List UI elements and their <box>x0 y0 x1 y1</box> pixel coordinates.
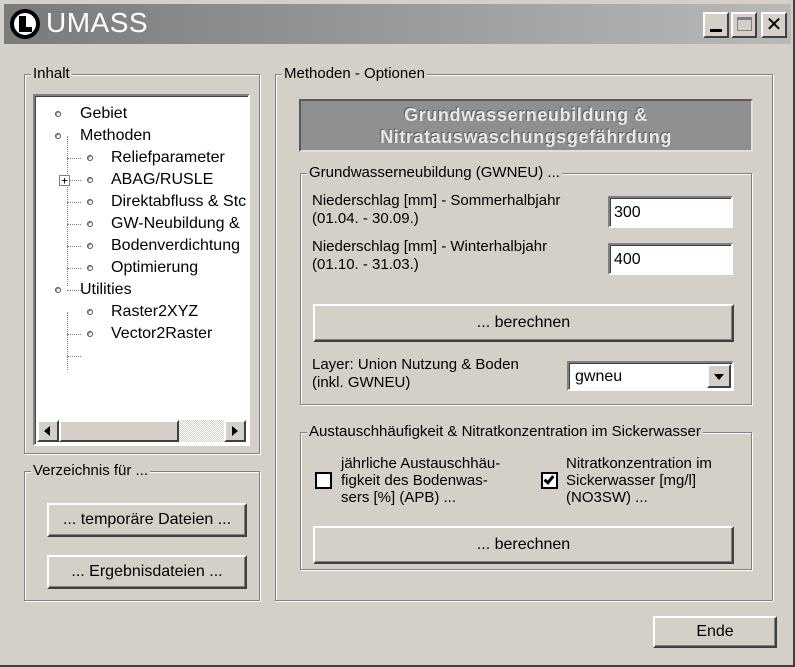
minimize-button[interactable] <box>703 12 729 38</box>
winter-precip-input[interactable]: 400 <box>608 243 733 275</box>
layer-select-dropdown-button[interactable] <box>707 364 731 388</box>
tree-connector <box>67 268 81 269</box>
layer-select[interactable]: gwneu <box>567 361 734 391</box>
method-heading-line1: Grundwasserneubildung & <box>404 105 648 125</box>
result-files-button[interactable]: ... Ergebnisdateien ... <box>47 555 247 589</box>
no3sw-label-line1: Nitratkonzentration im <box>566 455 712 472</box>
tree-connector <box>67 312 68 370</box>
node-bullet-icon <box>55 287 61 293</box>
tree-item-label: GW-Neubildung & <box>111 215 240 232</box>
close-button[interactable]: ✕ <box>761 12 787 38</box>
summer-precip-input[interactable]: 300 <box>608 196 733 228</box>
apb-checkbox-label: jährliche Austauschhäu- figkeit des Bode… <box>341 455 500 506</box>
node-bullet-icon <box>87 199 93 205</box>
scroll-thumb[interactable] <box>59 420 179 442</box>
summer-precip-label-line1: Niederschlag [mm] - Sommerhalbjahr <box>312 192 561 209</box>
main-window: UMASS ✕ Inhalt + Gebiet Methoden Reliefp… <box>0 0 795 667</box>
tree-connector <box>67 334 81 335</box>
gwneu-group-label: Grundwasserneubildung (GWNEU) ... <box>307 164 562 182</box>
tree-connector <box>67 224 81 225</box>
summer-precip-label: Niederschlag [mm] - Sommerhalbjahr (01.0… <box>312 192 560 228</box>
methoden-group-label: Methoden - Optionen <box>282 65 427 83</box>
tree-connector <box>67 356 81 357</box>
chevron-down-icon <box>714 374 724 380</box>
node-bullet-icon <box>87 155 93 161</box>
layer-select-value: gwneu <box>575 368 623 385</box>
no3sw-checkbox-label: Nitratkonzentration im Sickerwasser [mg/… <box>566 455 712 506</box>
node-bullet-icon <box>87 331 93 337</box>
summer-precip-label-line2: (01.04. - 30.09.) <box>312 210 419 227</box>
method-heading: Grundwasserneubildung & Nitratauswaschun… <box>299 99 753 152</box>
tree-item-label: Bodenverdichtung <box>111 237 240 254</box>
tree-item-label: Methoden <box>80 127 152 144</box>
apb-label-line3: sers [%] (APB) ... <box>341 489 457 506</box>
arrow-left-icon <box>44 426 50 436</box>
temp-files-button[interactable]: ... temporäre Dateien ... <box>47 503 247 537</box>
tree-item-label: Gebiet <box>80 105 128 122</box>
checkmark-icon <box>543 473 555 485</box>
layer-label-line1: Layer: Union Nutzung & Boden <box>312 356 519 373</box>
apb-label-line1: jährliche Austauschhäu- <box>341 455 501 472</box>
tree-connector <box>67 246 81 247</box>
node-bullet-icon <box>87 243 93 249</box>
tree-connector <box>67 158 81 159</box>
tree-item-label: Reliefparameter <box>111 149 225 166</box>
window-title: UMASS <box>46 7 149 38</box>
arrow-right-icon <box>232 426 238 436</box>
no3sw-label-line2: Sickerwasser [mg/l] <box>566 472 697 489</box>
node-bullet-icon <box>87 265 93 271</box>
apb-label-line2: figkeit des Bodenwas- <box>341 472 488 489</box>
layer-label-line2: (inkl. GWNEU) <box>312 374 411 391</box>
tree-item-label: Direktabfluss & Stc <box>111 193 247 210</box>
gwneu-calculate-button[interactable]: ... berechnen <box>313 304 734 342</box>
maximize-icon <box>737 17 752 31</box>
horizontal-scrollbar[interactable] <box>37 420 246 442</box>
title-bar[interactable]: UMASS ✕ <box>4 4 791 44</box>
inhalt-group-label: Inhalt <box>31 65 72 83</box>
austausch-calculate-button[interactable]: ... berechnen <box>313 526 734 564</box>
no3sw-checkbox[interactable] <box>541 472 558 489</box>
verzeichnis-group-label: Verzeichnis für ... <box>31 462 151 480</box>
no3sw-label-line3: (NO3SW) ... <box>566 489 648 506</box>
minimize-icon <box>710 29 722 32</box>
method-heading-line2: Nitratauswaschungsgefährdung <box>380 127 672 147</box>
close-icon: ✕ <box>765 14 783 36</box>
apb-checkbox[interactable] <box>315 472 332 489</box>
layer-label: Layer: Union Nutzung & Boden (inkl. GWNE… <box>312 356 519 392</box>
tree-connector <box>67 202 81 203</box>
node-bullet-icon <box>87 177 93 183</box>
winter-precip-label: Niederschlag [mm] - Winterhalbjahr (01.1… <box>312 238 547 274</box>
tree-item-label: Raster2XYZ <box>111 303 199 320</box>
expand-toggle-abag[interactable]: + <box>59 175 70 186</box>
scroll-right-button[interactable] <box>224 420 246 442</box>
app-logo-icon <box>10 9 40 39</box>
node-bullet-icon <box>55 111 61 117</box>
node-bullet-icon <box>87 221 93 227</box>
tree-item-label: ABAG/RUSLE <box>111 171 214 188</box>
winter-precip-label-line1: Niederschlag [mm] - Winterhalbjahr <box>312 238 548 255</box>
scroll-left-button[interactable] <box>37 420 59 442</box>
end-button[interactable]: Ende <box>653 616 777 648</box>
node-bullet-icon <box>55 133 61 139</box>
winter-precip-label-line2: (01.10. - 31.03.) <box>312 256 419 273</box>
tree-item-label: Vector2Raster <box>111 325 213 342</box>
content-tree[interactable]: + Gebiet Methoden Reliefparameter ABAG/R… <box>33 94 250 446</box>
tree-item-label: Optimierung <box>111 259 199 276</box>
tree-item-label: Utilities <box>80 281 132 298</box>
tree-connector <box>67 290 81 291</box>
austausch-group-label: Austauschhäufigkeit & Nitratkonzentratio… <box>307 423 703 441</box>
node-bullet-icon <box>87 309 93 315</box>
maximize-button[interactable] <box>731 12 757 38</box>
